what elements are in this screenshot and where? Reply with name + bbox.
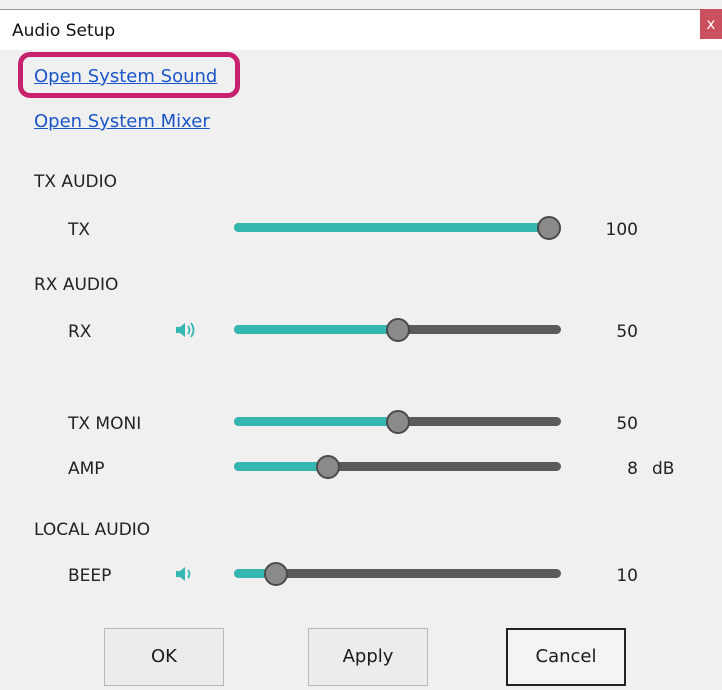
cancel-button[interactable]: Cancel [506,628,626,686]
open-system-mixer-link[interactable]: Open System Mixer [34,111,210,132]
close-button[interactable]: x [700,9,722,39]
tx-label: TX [68,220,91,240]
beep-label: BEEP [68,566,112,586]
open-system-sound-link[interactable]: Open System Sound [34,66,217,87]
slider-fill [234,325,398,334]
tx-slider[interactable] [234,216,561,240]
tx-audio-heading: TX AUDIO [34,172,117,192]
apply-button[interactable]: Apply [308,628,428,686]
amp-label: AMP [68,459,105,479]
speaker-icon[interactable] [174,564,200,584]
slider-thumb[interactable] [315,455,340,479]
rx-audio-heading: RX AUDIO [34,275,119,295]
tx-value: 100 [605,220,638,240]
amp-value: 8 [627,459,638,479]
tx-moni-value: 50 [616,414,638,434]
slider-fill [234,462,328,471]
slider-thumb[interactable] [385,410,410,434]
amp-unit: dB [652,459,675,479]
tx-moni-slider[interactable] [234,410,561,434]
slider-fill [234,417,398,426]
window-title: Audio Setup [12,21,116,41]
beep-value: 10 [616,566,638,586]
title-bar: Audio Setup [0,9,722,50]
rx-label: RX [68,322,92,342]
rx-slider[interactable] [234,318,561,342]
slider-thumb[interactable] [537,216,561,240]
local-audio-heading: LOCAL AUDIO [34,520,151,540]
rx-value: 50 [616,322,638,342]
beep-slider[interactable] [234,562,561,586]
slider-thumb[interactable] [264,562,289,586]
ok-button[interactable]: OK [104,628,224,686]
slider-thumb[interactable] [385,318,410,342]
slider-fill [234,223,549,232]
speaker-icon[interactable] [174,320,200,340]
amp-slider[interactable] [234,455,561,479]
tx-moni-label: TX MONI [68,414,142,434]
